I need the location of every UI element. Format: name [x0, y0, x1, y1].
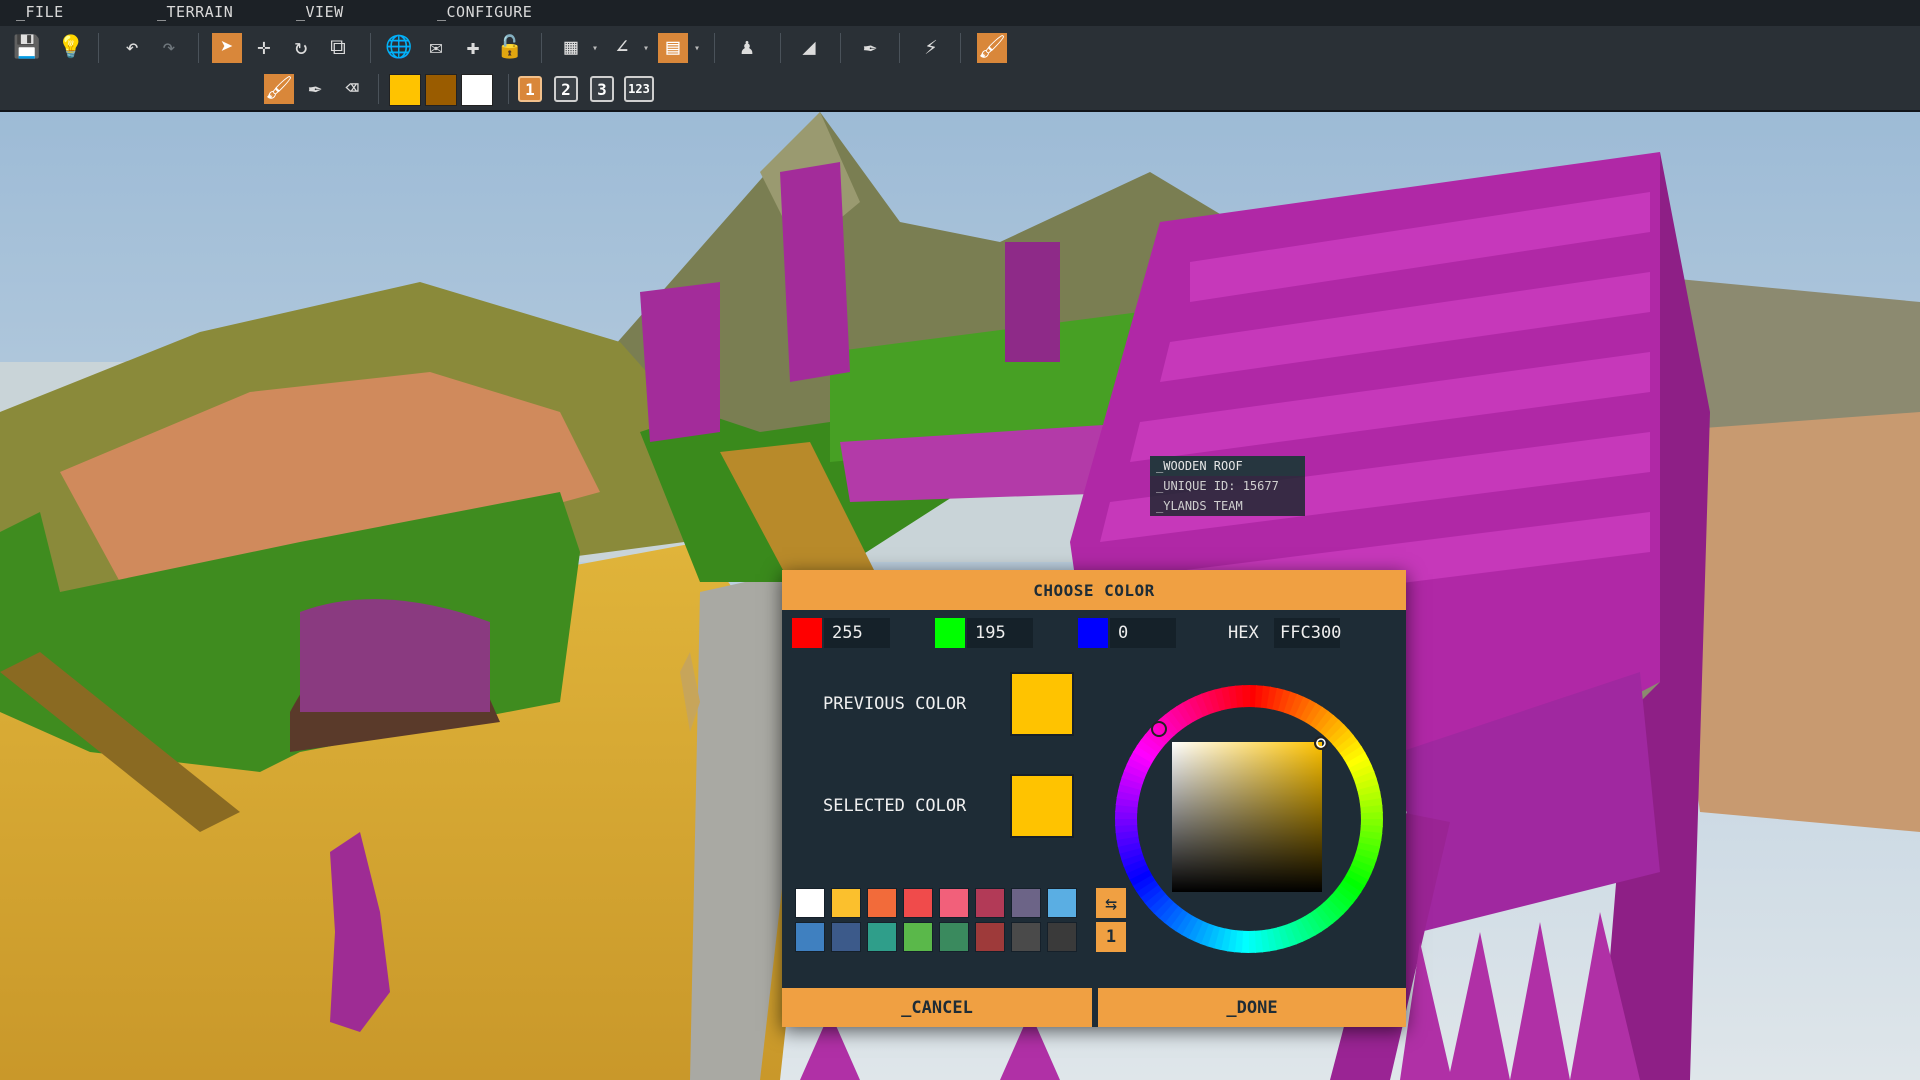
- palette-swatch[interactable]: [1011, 888, 1041, 918]
- lock-icon[interactable]: 🔓: [495, 33, 525, 63]
- green-channel-swatch: [935, 618, 965, 648]
- menu-bar: _FILE _TERRAIN _VIEW _CONFIGURE: [0, 0, 1920, 26]
- hue-segment: [1115, 817, 1138, 826]
- palette-swatch[interactable]: [867, 888, 897, 918]
- tooltip-unique-id: _UNIQUE ID: 15677: [1156, 479, 1279, 493]
- camera-person-icon[interactable]: ♟: [732, 33, 762, 63]
- undo-icon[interactable]: ↶: [117, 33, 147, 63]
- previous-color-swatch[interactable]: [1010, 672, 1074, 736]
- palette-swatch[interactable]: [939, 922, 969, 952]
- menu-view[interactable]: _VIEW: [296, 3, 344, 21]
- paint-brush-icon[interactable]: 🖌: [977, 33, 1007, 63]
- chevron-down-icon[interactable]: ▾: [592, 44, 598, 54]
- eraser-icon[interactable]: ⌫: [337, 74, 367, 104]
- layer-button-3[interactable]: 3: [590, 76, 614, 102]
- palette-swatch[interactable]: [903, 922, 933, 952]
- layer-button-1[interactable]: 1: [518, 76, 542, 102]
- color-wheel[interactable]: [1112, 682, 1386, 956]
- done-button[interactable]: _DONE: [1098, 988, 1406, 1027]
- layer-button-all[interactable]: 123: [624, 76, 654, 102]
- palette-swatch[interactable]: [795, 922, 825, 952]
- green-channel-input[interactable]: 195: [967, 618, 1033, 648]
- palette-swatch[interactable]: [795, 888, 825, 918]
- blue-channel-input[interactable]: 0: [1110, 618, 1176, 648]
- chevron-down-icon[interactable]: ▾: [694, 44, 700, 54]
- lightbulb-icon[interactable]: 💡: [56, 33, 86, 63]
- blue-channel-swatch: [1078, 618, 1108, 648]
- tooltip-team: _YLANDS TEAM: [1156, 499, 1243, 513]
- select-arrow-icon[interactable]: ➤: [212, 33, 242, 63]
- envelope-icon[interactable]: ✉: [421, 33, 451, 63]
- palette-swatch[interactable]: [903, 888, 933, 918]
- globe-icon[interactable]: 🌐: [384, 33, 414, 63]
- palette-swatch[interactable]: [1047, 922, 1077, 952]
- palette-swatch[interactable]: [939, 888, 969, 918]
- save-icon[interactable]: 💾: [12, 33, 42, 63]
- choose-color-dialog: CHOOSE COLOR 255 195 0 HEX FFC300 PREVIO…: [782, 570, 1406, 1027]
- selected-color-label: SELECTED COLOR: [823, 796, 967, 816]
- layer-button-2[interactable]: 2: [554, 76, 578, 102]
- palette-swatch[interactable]: [1011, 922, 1041, 952]
- toolbar: 💾 💡 ↶ ↷ ➤ ✛ ↻ ⧉ 🌐 ✉ ✚ 🔓 ▦ ▾ ∠ ▾ ▤ ▾ ♟ ◢ ✒ ⚡…: [0, 26, 1920, 112]
- dialog-title: CHOOSE COLOR: [782, 570, 1406, 610]
- palette-swatch[interactable]: [975, 922, 1005, 952]
- eyedropper-icon[interactable]: ✒: [300, 74, 330, 104]
- palette-swatch[interactable]: [867, 922, 897, 952]
- hex-label: HEX: [1228, 623, 1259, 643]
- palette-swatch[interactable]: [831, 888, 861, 918]
- previous-color-label: PREVIOUS COLOR: [823, 694, 967, 714]
- lightning-icon[interactable]: ⚡: [916, 33, 946, 63]
- menu-terrain[interactable]: _TERRAIN: [157, 3, 233, 21]
- angle-icon[interactable]: ∠ ▾: [607, 33, 649, 63]
- rotate-icon[interactable]: ↻: [286, 33, 316, 63]
- hex-input[interactable]: FFC300: [1274, 618, 1341, 648]
- chevron-down-icon[interactable]: ▾: [643, 44, 649, 54]
- red-channel-input[interactable]: 255: [824, 618, 890, 648]
- terrain-ramp-icon[interactable]: ◢: [794, 33, 824, 63]
- hue-segment: [1360, 812, 1383, 821]
- cancel-button[interactable]: _CANCEL: [782, 988, 1092, 1027]
- hue-segment: [1242, 685, 1251, 708]
- paint-brush-icon[interactable]: 🖌: [264, 74, 294, 104]
- redo-icon[interactable]: ↷: [154, 33, 184, 63]
- palette-swatch[interactable]: [831, 922, 861, 952]
- object-tooltip: _WOODEN ROOF _UNIQUE ID: 15677 _YLANDS T…: [1150, 456, 1305, 516]
- toolbar-swatch-secondary[interactable]: [425, 74, 457, 106]
- palette-swatch[interactable]: [975, 888, 1005, 918]
- red-channel-swatch: [792, 618, 822, 648]
- eyedropper-icon[interactable]: ✒: [855, 33, 885, 63]
- saturation-value-shade: [1172, 742, 1322, 892]
- palette-swatch[interactable]: [1047, 888, 1077, 918]
- toolbar-swatch-primary[interactable]: [389, 74, 421, 106]
- hue-segment: [1247, 930, 1256, 953]
- snap-move-icon[interactable]: ✚: [458, 33, 488, 63]
- toolbar-swatch-tertiary[interactable]: [461, 74, 493, 106]
- move-icon[interactable]: ✛: [249, 33, 279, 63]
- menu-file[interactable]: _FILE: [16, 3, 64, 21]
- selected-color-swatch: [1010, 774, 1074, 838]
- ruler-icon[interactable]: ▤ ▾: [658, 33, 700, 63]
- scale-icon[interactable]: ⧉: [323, 33, 353, 63]
- grid-icon[interactable]: ▦ ▾: [556, 33, 598, 63]
- menu-configure[interactable]: _CONFIGURE: [437, 3, 532, 21]
- tooltip-title: _WOODEN ROOF: [1150, 456, 1305, 476]
